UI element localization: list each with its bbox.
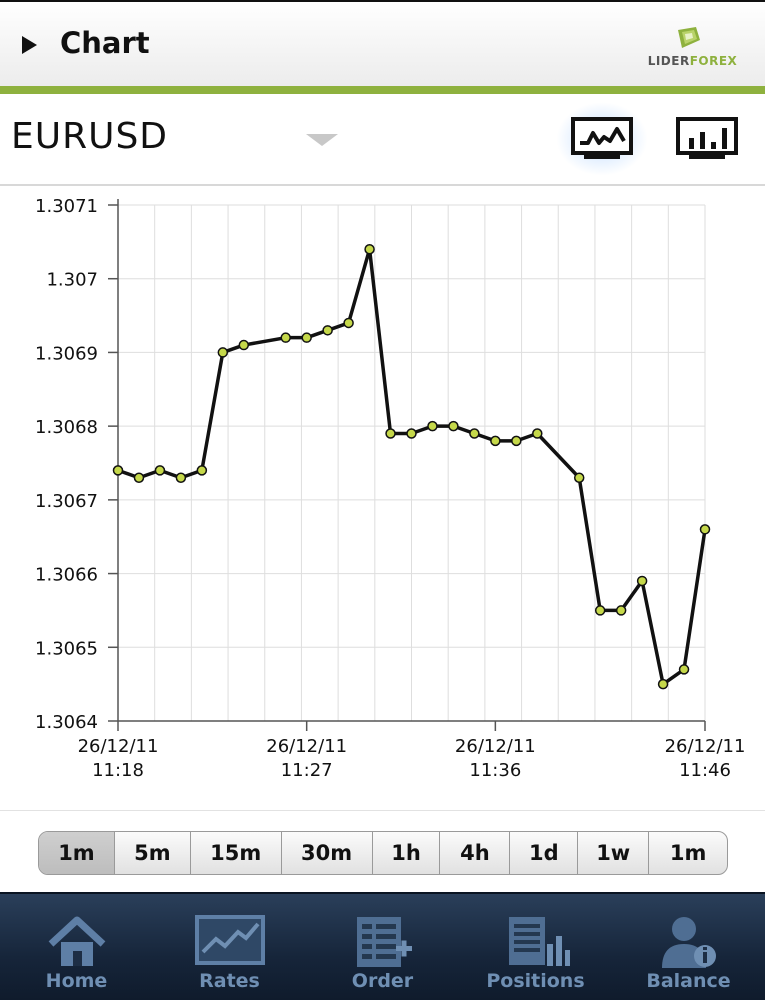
price-chart[interactable]: 1.3071 1.307 1.3069 1.3068 1.3067 1.3066 1.306…	[0, 188, 765, 810]
data-point	[678, 664, 690, 675]
y-tick-label: 1.3067	[35, 491, 98, 512]
nav-item-order[interactable]: Order	[306, 894, 459, 1000]
timeframe-button[interactable]: 30m	[282, 832, 373, 874]
line-chart-icon	[571, 117, 633, 159]
timeframe-button[interactable]: 1w	[578, 832, 650, 874]
line-chart-view-button[interactable]	[556, 102, 648, 176]
y-tick-label: 1.3064	[35, 712, 98, 733]
data-point	[217, 347, 229, 358]
data-point	[657, 678, 669, 690]
x-tick-time: 11:18	[92, 760, 144, 781]
timeframe-button[interactable]: 1d	[510, 832, 579, 874]
data-point	[490, 435, 501, 447]
data-point	[532, 428, 543, 439]
data-point	[175, 472, 187, 483]
data-point	[511, 435, 522, 447]
header-accent-line	[0, 86, 765, 94]
data-point	[699, 524, 711, 535]
nav-item-rates[interactable]: Rates	[153, 894, 306, 1000]
nav-item-balance[interactable]: Balance	[612, 894, 765, 1000]
line-chart[interactable]: 1.3071 1.307 1.3069 1.3068 1.3067 1.3066 1.306…	[0, 188, 765, 810]
data-point	[573, 472, 585, 483]
y-tick-label: 1.3071	[35, 196, 98, 217]
data-point	[636, 575, 648, 587]
play-icon[interactable]	[22, 36, 37, 54]
bar-chart-icon	[676, 117, 738, 159]
logo-mark-icon	[678, 27, 700, 48]
data-point	[112, 465, 124, 476]
nav-label: Positions	[486, 970, 585, 992]
data-point	[469, 428, 480, 439]
page-title: Chart	[60, 26, 150, 60]
order-icon	[356, 917, 412, 967]
data-point	[594, 605, 606, 616]
bottom-nav: Home Rates Order Positions Balance	[0, 892, 765, 1000]
x-tick-time: 11:27	[281, 760, 333, 781]
timeframe-button[interactable]: 1h	[373, 832, 441, 874]
x-tick-date: 26/12/11	[455, 736, 536, 757]
balance-icon	[661, 917, 716, 968]
symbol-selector[interactable]: EURUSD	[11, 116, 168, 157]
symbol-row: EURUSD	[0, 94, 765, 186]
timeframe-button[interactable]: 15m	[191, 832, 282, 874]
timeframe-button[interactable]: 4h	[440, 832, 511, 874]
divider	[0, 810, 765, 811]
data-point	[427, 420, 438, 432]
logo-text: LIDERFOREX	[647, 54, 738, 68]
x-tick-date: 26/12/11	[78, 736, 159, 757]
nav-label: Balance	[646, 970, 731, 992]
nav-item-positions[interactable]: Positions	[459, 894, 612, 1000]
nav-item-home[interactable]: Home	[0, 894, 153, 1000]
nav-label: Home	[45, 970, 108, 992]
timeframe-selector: 1m 5m 15m 30m 1h 4h 1d 1w 1m	[38, 831, 728, 875]
data-point	[133, 472, 145, 483]
rates-icon	[194, 915, 265, 965]
nav-label: Rates	[199, 970, 260, 992]
data-point	[406, 428, 417, 439]
header-bar: Chart LIDERFOREX	[0, 0, 765, 86]
x-tick-time: 11:46	[679, 760, 731, 781]
data-point	[322, 325, 333, 336]
data-point	[238, 339, 250, 351]
chevron-down-icon[interactable]	[306, 134, 338, 146]
lider-forex-logo: LIDERFOREX	[630, 26, 755, 76]
data-point	[615, 605, 627, 616]
data-point	[196, 465, 208, 476]
nav-label: Order	[351, 970, 414, 992]
app-screen: Chart LIDERFOREX EURUSD 1.3071 1.307 1.3…	[0, 0, 765, 1000]
data-point	[385, 428, 396, 439]
timeframe-button[interactable]: 1m	[649, 832, 727, 874]
x-tick-time: 11:36	[469, 760, 521, 781]
data-point	[280, 332, 291, 343]
timeframe-button[interactable]: 1m	[39, 832, 115, 874]
data-point	[448, 420, 459, 432]
x-tick-date: 26/12/11	[266, 736, 347, 757]
y-tick-label: 1.3069	[35, 343, 98, 364]
y-tick-label: 1.307	[46, 270, 98, 291]
y-tick-label: 1.3066	[35, 565, 98, 586]
home-icon	[48, 916, 105, 966]
data-point	[301, 332, 312, 343]
data-point	[364, 243, 375, 255]
data-point	[343, 317, 354, 329]
bar-chart-view-button[interactable]	[675, 116, 739, 162]
y-tick-label: 1.3068	[35, 417, 98, 438]
timeframe-button[interactable]: 5m	[115, 832, 191, 874]
positions-icon	[508, 917, 570, 966]
y-tick-label: 1.3065	[35, 638, 98, 659]
x-tick-date: 26/12/11	[665, 736, 746, 757]
data-point	[154, 465, 166, 476]
